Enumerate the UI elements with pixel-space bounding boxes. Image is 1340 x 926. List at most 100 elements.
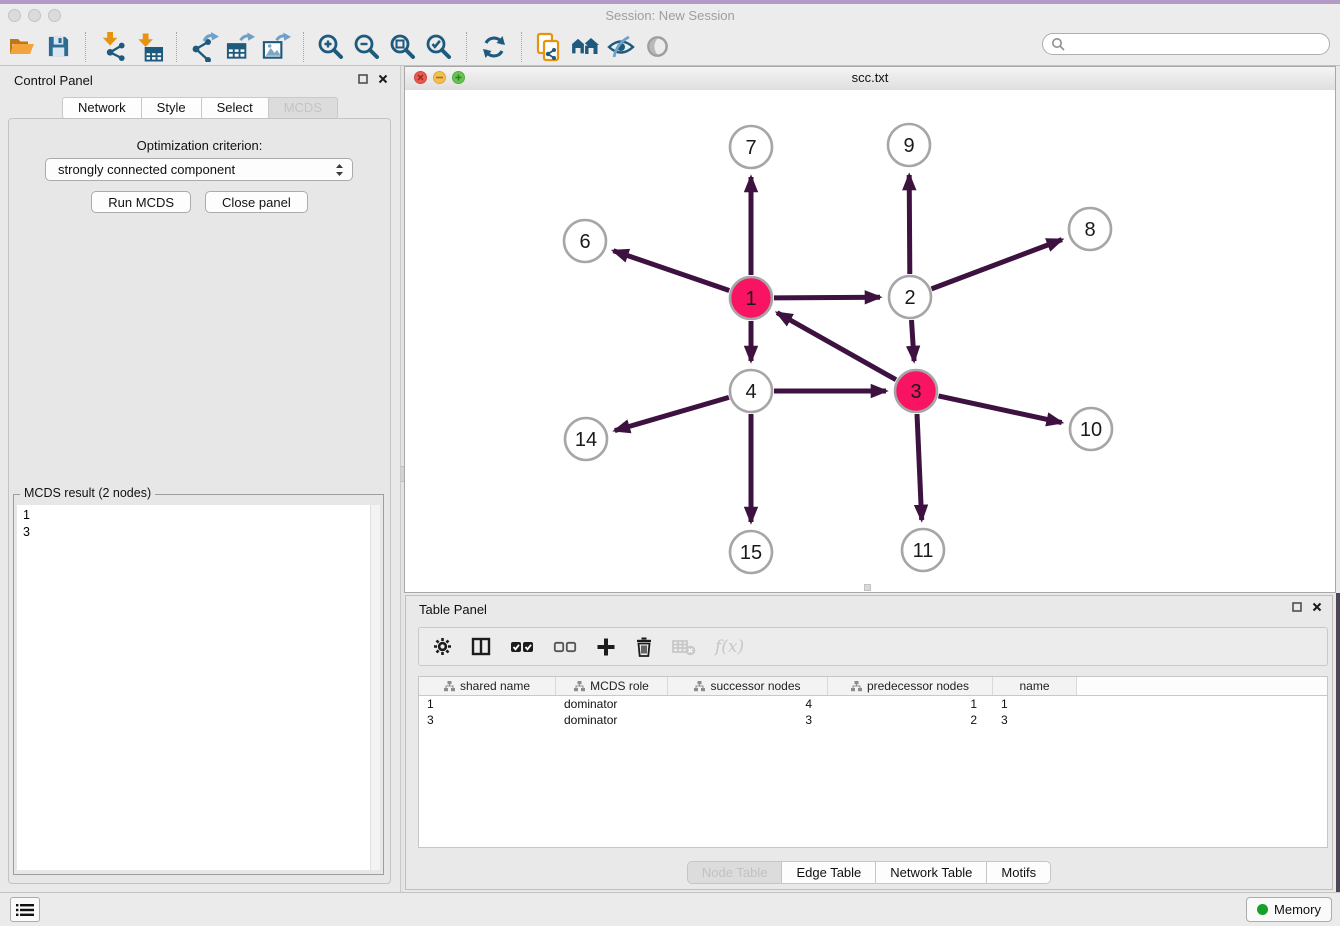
import-table-icon[interactable] [131, 30, 167, 64]
optimization-select[interactable]: strongly connected component [45, 158, 353, 181]
window-zoom-button[interactable] [48, 9, 61, 22]
column-header-successor-nodes[interactable]: successor nodes [668, 677, 828, 695]
edge-4-14[interactable] [615, 397, 729, 430]
import-network-icon[interactable] [95, 30, 131, 64]
toggle-columns-icon[interactable] [471, 637, 491, 656]
toolbar-separator [176, 32, 177, 62]
node-6[interactable]: 6 [564, 220, 606, 262]
node-15[interactable]: 15 [730, 531, 772, 573]
column-header-shared-name[interactable]: shared name [419, 677, 556, 695]
control-panel-title: Control Panel [14, 73, 93, 88]
zoom-in-icon[interactable] [313, 30, 349, 64]
network-view-window: scc.txt 7968124314101511 [404, 66, 1336, 593]
column-header-name[interactable]: name [993, 677, 1077, 695]
deselect-all-icon[interactable] [553, 639, 577, 655]
save-session-icon[interactable] [40, 30, 76, 64]
refresh-view-icon[interactable] [476, 30, 512, 64]
float-table-panel-icon[interactable] [1292, 602, 1302, 612]
node-1[interactable]: 1 [730, 277, 772, 319]
column-header-mcds-role[interactable]: MCDS role [556, 677, 668, 695]
create-network-view-icon[interactable] [531, 30, 567, 64]
search-box[interactable] [1042, 33, 1330, 55]
export-network-icon[interactable] [186, 30, 222, 64]
edge-1-2[interactable] [774, 297, 880, 298]
add-row-icon[interactable] [596, 637, 616, 657]
table-row[interactable]: 1dominator411 [419, 696, 1327, 712]
tab-style[interactable]: Style [142, 97, 202, 119]
edge-3-11[interactable] [917, 414, 922, 520]
table-cell: 3 [668, 712, 828, 728]
zoom-selected-icon[interactable] [421, 30, 457, 64]
function-builder-icon[interactable]: f(x) [715, 637, 744, 657]
network-window-controls [414, 71, 465, 84]
tab-edge-table[interactable]: Edge Table [782, 861, 876, 884]
table-toolbar: f(x) [418, 627, 1328, 666]
tab-network-table[interactable]: Network Table [876, 861, 987, 884]
edge-2-3[interactable] [912, 320, 915, 361]
table-cell: dominator [556, 696, 668, 712]
edge-1-6[interactable] [613, 251, 729, 291]
mcds-tab-content: Optimization criterion: strongly connect… [8, 118, 391, 884]
delete-table-icon[interactable] [672, 638, 696, 656]
search-input[interactable] [1071, 36, 1321, 52]
delete-row-icon[interactable] [635, 637, 653, 657]
column-label: predecessor nodes [867, 679, 969, 693]
hide-view-icon[interactable] [603, 30, 639, 64]
export-image-icon[interactable] [258, 30, 294, 64]
node-8[interactable]: 8 [1069, 208, 1111, 250]
edge-3-1[interactable] [777, 313, 896, 380]
desktop-edge-right [1336, 593, 1340, 926]
edge-2-8[interactable] [932, 240, 1062, 289]
open-file-icon[interactable] [4, 30, 40, 64]
node-7[interactable]: 7 [730, 126, 772, 168]
network-resize-handle[interactable] [864, 584, 871, 591]
tab-node-table[interactable]: Node Table [687, 861, 783, 884]
optimization-label: Optimization criterion: [9, 138, 390, 153]
node-2[interactable]: 2 [889, 276, 931, 318]
table-row[interactable]: 3dominator323 [419, 712, 1327, 728]
node-9[interactable]: 9 [888, 124, 930, 166]
sort-hierarchy-icon [574, 681, 585, 692]
select-all-icon[interactable] [510, 639, 534, 655]
network-close-button[interactable] [414, 71, 427, 84]
network-canvas[interactable]: 7 9 6 8 1 2 4 3 14 10 15 11 [405, 90, 1335, 592]
result-scrollbar[interactable] [370, 505, 380, 870]
export-table-icon[interactable] [222, 30, 258, 64]
tab-network[interactable]: Network [62, 97, 142, 119]
show-all-views-icon[interactable] [567, 30, 603, 64]
node-11[interactable]: 11 [902, 529, 944, 571]
close-table-panel-icon[interactable] [1312, 602, 1322, 612]
column-header-predecessor-nodes[interactable]: predecessor nodes [828, 677, 993, 695]
mcds-result-list[interactable]: 13 [17, 505, 371, 870]
window-close-button[interactable] [8, 9, 21, 22]
tab-motifs[interactable]: Motifs [987, 861, 1051, 884]
table-cell: 4 [668, 696, 828, 712]
tab-select[interactable]: Select [202, 97, 269, 119]
tab-mcds[interactable]: MCDS [269, 97, 338, 119]
node-4[interactable]: 4 [730, 370, 772, 412]
sort-hierarchy-icon [851, 681, 862, 692]
network-minimize-button[interactable] [433, 71, 446, 84]
select-stepper-icon [335, 163, 344, 177]
table-panel-window-buttons [1292, 602, 1322, 612]
destroy-view-icon[interactable] [639, 30, 675, 64]
memory-button[interactable]: Memory [1246, 897, 1332, 922]
svg-text:7: 7 [745, 137, 756, 159]
window-minimize-button[interactable] [28, 9, 41, 22]
edge-2-9[interactable] [909, 175, 910, 274]
float-panel-icon[interactable] [358, 74, 368, 84]
column-settings-icon[interactable] [433, 637, 452, 656]
edge-3-10[interactable] [939, 396, 1062, 423]
svg-text:6: 6 [579, 231, 590, 253]
close-panel-icon[interactable] [378, 74, 388, 84]
show-task-history-button[interactable] [10, 897, 40, 922]
node-3[interactable]: 3 [895, 370, 937, 412]
close-panel-button[interactable]: Close panel [205, 191, 308, 213]
node-10[interactable]: 10 [1070, 408, 1112, 450]
network-maximize-button[interactable] [452, 71, 465, 84]
node-14[interactable]: 14 [565, 418, 607, 460]
run-mcds-button[interactable]: Run MCDS [91, 191, 191, 213]
zoom-fit-icon[interactable] [385, 30, 421, 64]
sort-hierarchy-icon [444, 681, 455, 692]
zoom-out-icon[interactable] [349, 30, 385, 64]
